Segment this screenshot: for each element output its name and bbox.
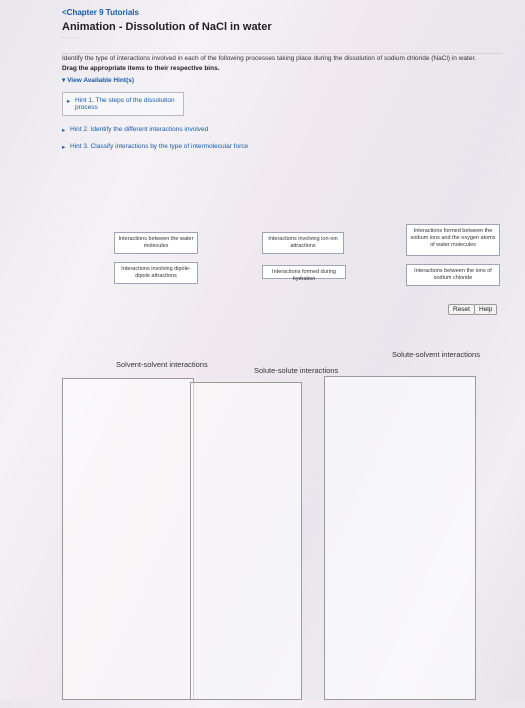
title-divider: [62, 53, 502, 54]
hint-3[interactable]: Hint 3. Classify interactions by the typ…: [62, 143, 502, 151]
bin-solute-solvent[interactable]: [324, 376, 476, 700]
instructions-text: Identify the type of interactions involv…: [62, 55, 477, 62]
hint-1[interactable]: Hint 1. The steps of the dissolution pro…: [67, 97, 179, 111]
bin-label-solute-solute: Solute-solute interactions: [254, 366, 339, 375]
view-hints-toggle[interactable]: ▾ View Available Hint(s): [62, 76, 502, 84]
draggable-tile[interactable]: Interactions involving ion-ion attractio…: [262, 232, 344, 254]
bin-solute-solute[interactable]: [190, 382, 302, 700]
bin-label-solute-solvent: Solute-solvent interactions: [392, 350, 480, 359]
page-subtitle: · · · · ·: [62, 35, 79, 41]
tutorial-page: <Chapter 9 Tutorials Animation - Dissolu…: [62, 8, 502, 700]
draggable-items-pool: Interactions between the water molecules…: [114, 192, 502, 286]
bin-label-solvent-solvent: Solvent-solvent interactions: [116, 360, 208, 369]
draggable-tile[interactable]: Interactions formed between the sodium i…: [406, 224, 500, 256]
drag-instruction: Drag the appropriate items to their resp…: [62, 65, 220, 72]
hint-1-box[interactable]: Hint 1. The steps of the dissolution pro…: [62, 92, 184, 116]
draggable-tile[interactable]: Interactions between the ions of sodium …: [406, 264, 500, 286]
page-title: Animation - Dissolution of NaCl in water: [62, 21, 272, 33]
hints-list: Hint 1. The steps of the dissolution pro…: [62, 92, 502, 151]
draggable-tile[interactable]: Interactions involving dipole-dipole att…: [114, 262, 198, 284]
bin-solvent-solvent[interactable]: [62, 378, 194, 700]
reset-button[interactable]: Reset: [448, 304, 475, 315]
breadcrumb-link[interactable]: <Chapter 9 Tutorials: [62, 8, 502, 17]
help-button[interactable]: Help: [474, 304, 498, 315]
draggable-tile[interactable]: Interactions between the water molecules: [114, 232, 198, 254]
hint-2[interactable]: Hint 2. Identify the different interacti…: [62, 126, 502, 134]
draggable-tile[interactable]: Interactions formed during hydration: [262, 265, 346, 282]
bins-area: Solvent-solvent interactions Solute-solu…: [62, 338, 502, 708]
